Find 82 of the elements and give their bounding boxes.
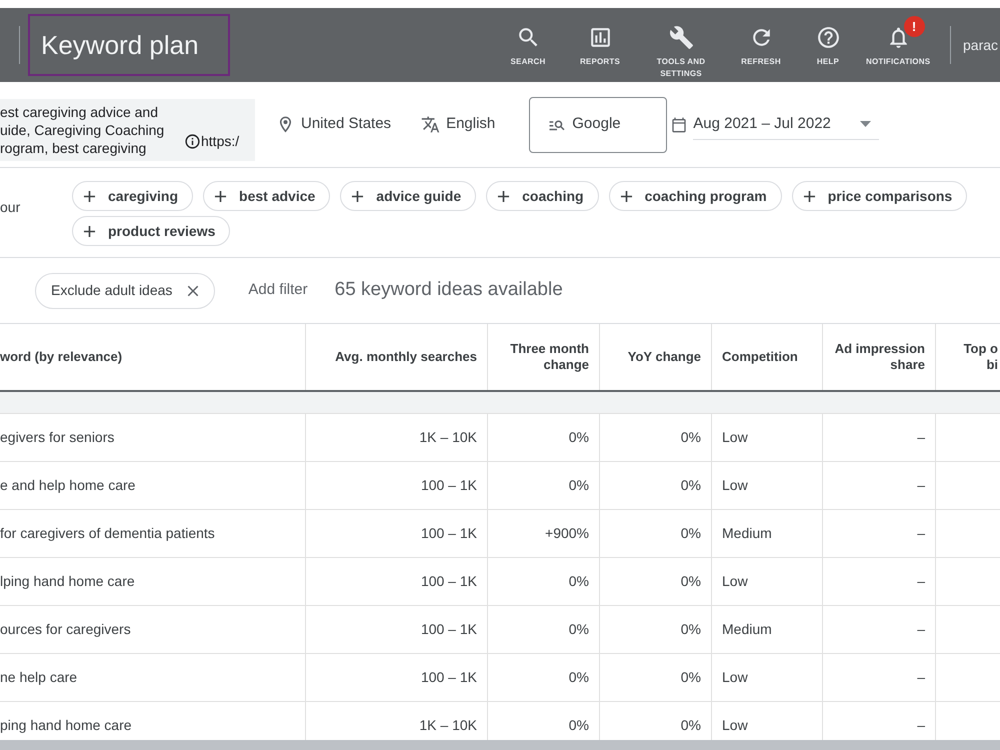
table-cell-text: 100 – 1K (420, 476, 477, 495)
location-button[interactable]: United States (276, 113, 392, 136)
table-cell-text: 0% (568, 572, 589, 591)
keyword-chip[interactable]: best advice (203, 181, 330, 211)
table-cell-text: 0% (680, 428, 701, 447)
nav-button[interactable]: TOOLS AND SETTINGS (636, 8, 726, 82)
table-cell-text: 1K – 10K (419, 428, 477, 447)
table-cell-text: ne help care (0, 668, 78, 687)
table-cell-text: Low (722, 572, 748, 591)
keyword-chip[interactable]: coaching program (608, 181, 782, 211)
table-cell-text: 0% (680, 572, 701, 591)
column-header[interactable]: Ad impression share (829, 341, 925, 373)
results-count: 65 keyword ideas available (334, 278, 563, 302)
column-header[interactable]: Top o bi (958, 341, 998, 373)
table-cell-text: 0% (680, 476, 701, 495)
column-header[interactable]: YoY change (628, 349, 701, 365)
keywords-text: est caregiving advice and uide, Caregiving Coaching rogram, best caregiving (0, 103, 166, 157)
table-cell-text: Low (722, 476, 748, 495)
network-button[interactable]: Google (529, 96, 668, 152)
nav-button[interactable]: REFRESH (726, 8, 796, 82)
table-cell-text: Medium (722, 620, 772, 639)
table-cell-text: 0% (680, 524, 701, 543)
table-cell-text: – (917, 428, 925, 447)
table-cell-text: – (917, 476, 925, 495)
wrench-icon (668, 25, 694, 50)
keywords-field[interactable]: est caregiving advice and uide, Caregiving Coaching rogram, best caregiving https:/ (0, 99, 255, 161)
refine-label: our (0, 199, 20, 215)
caret-icon (860, 121, 872, 127)
table-cell-text: – (917, 668, 925, 687)
table-cell-text: Low (722, 716, 748, 735)
table-cell-text: – (917, 572, 925, 591)
notification-badge: ! (904, 16, 924, 37)
table-cell-text: 0% (568, 476, 589, 495)
table-cell-text: 0% (680, 716, 701, 735)
nav-button[interactable]: HELP (796, 8, 860, 82)
table-cell-text: 0% (568, 620, 589, 639)
column-header[interactable]: Three month change (494, 341, 589, 373)
date-range-dropdown[interactable]: Aug 2021 – Jul 2022 (693, 110, 880, 140)
calendar-icon (671, 116, 688, 132)
table-cell-text: Medium (722, 524, 772, 543)
table-cell-text: ping hand home care (0, 716, 132, 735)
language-button[interactable]: English (421, 113, 496, 136)
table-cell-text: – (917, 524, 925, 543)
table-cell-text: 0% (568, 668, 589, 687)
filter-chip[interactable]: Exclude adult ideas (35, 272, 216, 308)
table-cell-text: Low (722, 668, 748, 687)
table-cell-text: – (917, 620, 925, 639)
table-cell-text: 0% (568, 428, 589, 447)
nav-button[interactable]: ! NOTIFICATIONS (860, 8, 936, 82)
table-cell-text: e and help home care (0, 476, 136, 495)
help-icon (816, 25, 840, 50)
keyword-chip[interactable]: product reviews (72, 216, 230, 246)
keyword-chip[interactable]: price comparisons (792, 181, 968, 211)
table-cell-text: lping hand home care (0, 572, 135, 591)
table-cell-text: egivers for seniors (0, 428, 114, 447)
keyword-chip[interactable]: caregiving (72, 181, 194, 211)
table-cell-text: 100 – 1K (420, 668, 477, 687)
page-title: Keyword plan (41, 28, 199, 62)
table-cell-text: 0% (680, 620, 701, 639)
table-cell-text: Low (722, 428, 748, 447)
table-cell-text: +900% (545, 524, 589, 543)
keyword-chip[interactable]: advice guide (340, 181, 476, 211)
nav-button[interactable]: REPORTS (564, 8, 636, 82)
info-icon[interactable] (184, 132, 201, 150)
table-cell-text: 0% (568, 716, 589, 735)
website-url: https:/ (201, 132, 240, 151)
table-cell-text: 100 – 1K (420, 524, 477, 543)
table-cell-text: – (917, 716, 925, 735)
translate-icon (421, 115, 440, 134)
nav-button[interactable]: SEARCH (492, 8, 564, 82)
table-cell-text: 1K – 10K (419, 716, 477, 735)
table-cell-text: 0% (680, 668, 701, 687)
add-filter-button[interactable]: Add filter (248, 279, 308, 302)
column-header[interactable]: Competition (722, 349, 798, 365)
keyword-chip[interactable]: coaching (486, 181, 599, 211)
account-name[interactable]: parac (963, 34, 998, 56)
column-header[interactable]: word (by relevance) (0, 349, 122, 365)
table-cell-text: ources for caregivers (0, 620, 131, 639)
table-cell-text: for caregivers of dementia patients (0, 524, 215, 543)
table-cell-text: 100 – 1K (420, 620, 477, 639)
column-header[interactable]: Avg. monthly searches (335, 349, 477, 365)
table-cell-text: 100 – 1K (420, 572, 477, 591)
